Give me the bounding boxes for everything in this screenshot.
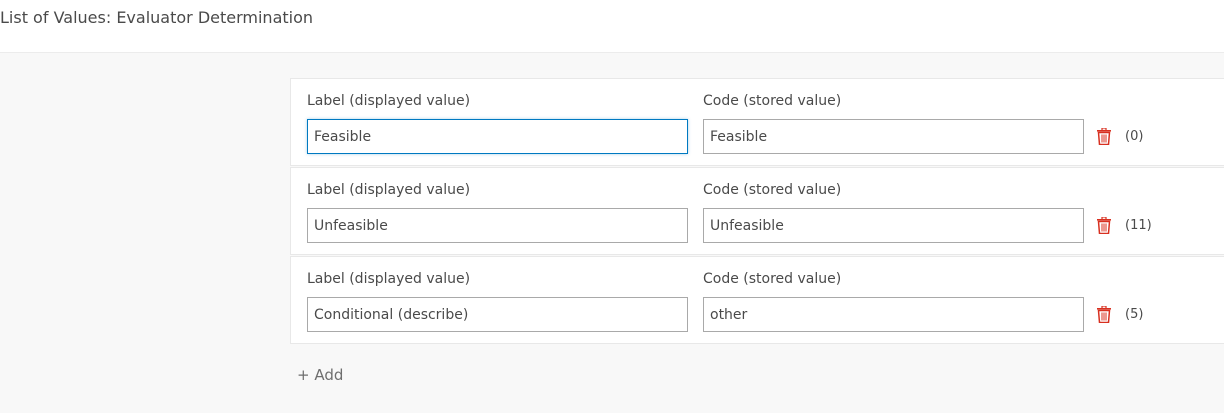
values-list: Label (displayed value) Code (stored val…	[290, 78, 1224, 345]
label-header: Label (displayed value)	[307, 93, 471, 109]
code-input[interactable]	[703, 119, 1084, 154]
trash-icon[interactable]	[1097, 217, 1111, 234]
value-row: Label (displayed value) Code (stored val…	[290, 167, 1224, 255]
label-header: Label (displayed value)	[307, 271, 471, 287]
code-header: Code (stored value)	[703, 182, 842, 198]
label-header: Label (displayed value)	[307, 182, 471, 198]
code-header: Code (stored value)	[703, 271, 842, 287]
label-input[interactable]	[307, 208, 688, 243]
code-input[interactable]	[703, 208, 1084, 243]
label-input[interactable]	[307, 119, 688, 154]
usage-count: (11)	[1125, 218, 1152, 233]
trash-icon[interactable]	[1097, 128, 1111, 145]
add-button[interactable]: + Add	[297, 366, 343, 384]
trash-icon[interactable]	[1097, 306, 1111, 323]
page-header: List of Values: Evaluator Determination	[0, 0, 1224, 53]
page-title: List of Values: Evaluator Determination	[0, 8, 314, 27]
label-input[interactable]	[307, 297, 688, 332]
value-row: Label (displayed value) Code (stored val…	[290, 78, 1224, 166]
code-header: Code (stored value)	[703, 93, 842, 109]
usage-count: (5)	[1125, 307, 1144, 322]
usage-count: (0)	[1125, 129, 1144, 144]
code-input[interactable]	[703, 297, 1084, 332]
value-row: Label (displayed value) Code (stored val…	[290, 256, 1224, 344]
